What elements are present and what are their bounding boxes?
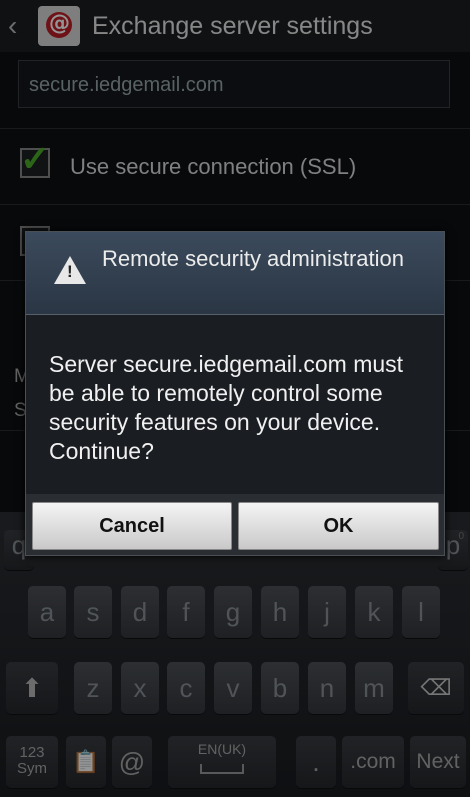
dialog-header: ! Remote security administration [26, 232, 444, 315]
cancel-button[interactable]: Cancel [32, 502, 232, 550]
remote-security-dialog: ! Remote security administration Server … [25, 231, 445, 556]
ok-button[interactable]: OK [238, 502, 439, 550]
warning-icon: ! [54, 256, 86, 284]
dialog-message: Server secure.iedgemail.com must be able… [49, 351, 404, 464]
dialog-title: Remote security administration [102, 246, 405, 271]
